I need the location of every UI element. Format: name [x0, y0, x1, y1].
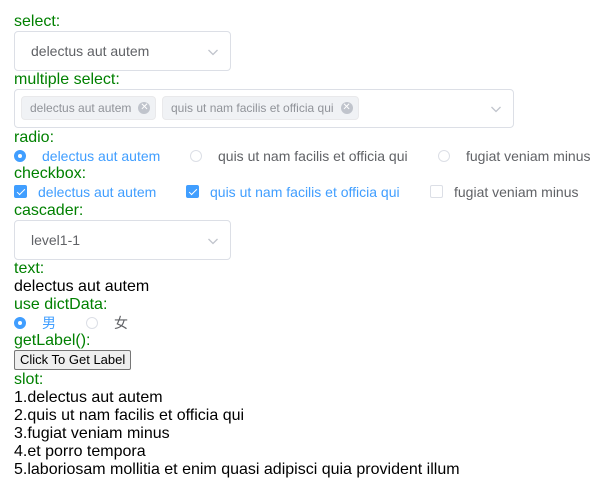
multiple-select-label: multiple select: [14, 71, 120, 88]
cascader-value: level1-1 [31, 232, 81, 248]
multiple-select-dropdown[interactable]: delectus aut autem ✕ quis ut nam facilis… [14, 89, 514, 128]
slot-list-item: 5.laboriosam mollitia et enim quasi adip… [14, 461, 460, 478]
slot-list-item: 1.delectus aut autem [14, 389, 163, 406]
select-dropdown[interactable]: delectus aut autem [14, 31, 231, 71]
select-label: select: [14, 13, 61, 30]
checkbox-option-3-label[interactable]: fugiat veniam minus [454, 184, 579, 200]
tag-label: delectus aut autem [30, 101, 132, 115]
checkbox-option-1-label[interactable]: delectus aut autem [38, 184, 156, 200]
checkbox-3[interactable] [430, 185, 443, 198]
tag-label: quis ut nam facilis et officia qui [171, 101, 334, 115]
chevron-down-icon [208, 238, 218, 245]
form-page: select: delectus aut autem multiple sele… [0, 0, 600, 500]
get-label-label: getLabel(): [14, 332, 91, 349]
checkbox-option-2-label[interactable]: quis ut nam facilis et officia qui [210, 184, 400, 200]
slot-list-item: 4.et porro tempora [14, 443, 146, 460]
close-icon[interactable]: ✕ [138, 102, 151, 114]
dict-option-male-label[interactable]: 男 [42, 315, 56, 331]
select-value: delectus aut autem [31, 43, 150, 59]
chevron-down-icon [208, 49, 218, 56]
checkbox-2[interactable] [186, 185, 199, 198]
get-label-button[interactable]: Click To Get Label [14, 350, 132, 370]
cascader-dropdown[interactable]: level1-1 [14, 220, 231, 260]
slot-list-item: 2.quis ut nam facilis et officia qui [14, 407, 245, 424]
dict-radio-male[interactable] [14, 317, 26, 329]
radio-button-2[interactable] [190, 150, 202, 162]
dict-radio-female[interactable] [86, 317, 98, 329]
radio-option-1-label[interactable]: delectus aut autem [42, 148, 160, 164]
slot-label: slot: [14, 371, 44, 388]
cascader-label: cascader: [14, 202, 84, 219]
radio-button-1[interactable] [14, 150, 26, 162]
dict-data-label: use dictData: [14, 296, 108, 313]
checkbox-1[interactable] [14, 185, 27, 198]
dict-option-female-label[interactable]: 女 [114, 315, 128, 331]
selected-tag: delectus aut autem ✕ [21, 96, 157, 120]
checkbox-label: checkbox: [14, 165, 87, 182]
text-value: delectus aut autem [14, 278, 150, 295]
radio-button-3[interactable] [438, 150, 450, 162]
radio-option-2-label[interactable]: quis ut nam facilis et officia qui [218, 148, 408, 164]
close-icon[interactable]: ✕ [340, 102, 353, 114]
radio-label: radio: [14, 129, 55, 146]
radio-option-3-label[interactable]: fugiat veniam minus [466, 148, 591, 164]
text-label: text: [14, 260, 45, 277]
slot-list-item: 3.fugiat veniam minus [14, 425, 170, 442]
selected-tag: quis ut nam facilis et officia qui ✕ [162, 96, 359, 120]
chevron-down-icon [491, 106, 501, 113]
